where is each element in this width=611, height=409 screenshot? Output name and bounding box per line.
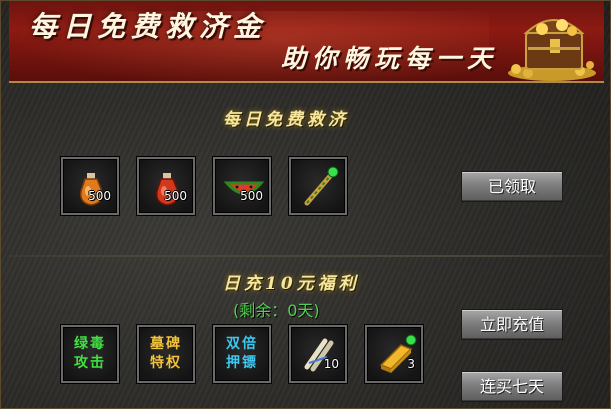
badge-line: 双倍 bbox=[226, 336, 258, 352]
daily-relief-title: 每日免费救济 bbox=[223, 110, 349, 130]
reward-slot-gold-bar[interactable]: 3 bbox=[365, 325, 423, 383]
claimed-button[interactable]: 已领取 bbox=[461, 171, 563, 202]
item-count: 500 bbox=[164, 189, 187, 203]
treasure-chest-icon bbox=[508, 19, 596, 81]
badge-line: 特权 bbox=[150, 355, 182, 371]
reward-slot-double-escort[interactable]: 双倍 押镖 bbox=[213, 325, 271, 383]
section-divider bbox=[9, 255, 604, 257]
item-count: 3 bbox=[407, 357, 415, 371]
reward-slot-scroll-bundle[interactable]: 10 bbox=[289, 325, 347, 383]
scroll-bundle-icon bbox=[304, 338, 334, 372]
tombstone-privilege-badge-icon: 墓碑 特权 bbox=[143, 335, 189, 373]
reward-slot-hp-potion[interactable]: 500 bbox=[61, 157, 119, 215]
watermelon-icon bbox=[223, 181, 265, 195]
banner: 每日免费救济金 助你畅玩每一天 bbox=[9, 1, 604, 83]
gold-bar-icon bbox=[379, 334, 417, 373]
reward-slot-firework[interactable] bbox=[289, 157, 347, 215]
hp-potion-icon bbox=[79, 173, 103, 206]
badge-line: 墓碑 bbox=[150, 336, 182, 352]
recharge-now-button[interactable]: 立即充值 bbox=[461, 309, 563, 340]
banner-title: 每日免费救济金 bbox=[29, 10, 268, 43]
badge-line: 押镖 bbox=[226, 355, 258, 371]
badge-line: 绿毒 bbox=[74, 336, 106, 352]
badge-line: 攻击 bbox=[74, 355, 106, 371]
item-count: 10 bbox=[323, 357, 339, 371]
poison-attack-badge-icon: 绿毒 攻击 bbox=[67, 335, 113, 373]
item-count: 500 bbox=[88, 189, 111, 203]
reward-slot-tombstone-privilege[interactable]: 墓碑 特权 bbox=[137, 325, 195, 383]
mp-potion-icon bbox=[155, 173, 179, 206]
item-count: 500 bbox=[240, 189, 263, 203]
remaining-days: (剩余：0天) bbox=[233, 301, 320, 320]
banner-subtitle: 助你畅玩每一天 bbox=[281, 44, 499, 73]
reward-slot-watermelon[interactable]: 500 bbox=[213, 157, 271, 215]
reward-slot-poison-attack[interactable]: 绿毒 攻击 bbox=[61, 325, 119, 383]
buy-seven-days-button[interactable]: 连买七天 bbox=[461, 371, 563, 402]
firework-wand-icon bbox=[304, 166, 339, 206]
relief-fund-panel: 每日免费救济金 助你畅玩每一天 每日免费救济 500 500 500 已领取 日… bbox=[0, 0, 611, 409]
reward-slot-mp-potion[interactable]: 500 bbox=[137, 157, 195, 215]
double-exp-badge-icon: 双倍 押镖 bbox=[219, 335, 265, 373]
daily-recharge-title: 日充10元福利 bbox=[223, 274, 360, 294]
